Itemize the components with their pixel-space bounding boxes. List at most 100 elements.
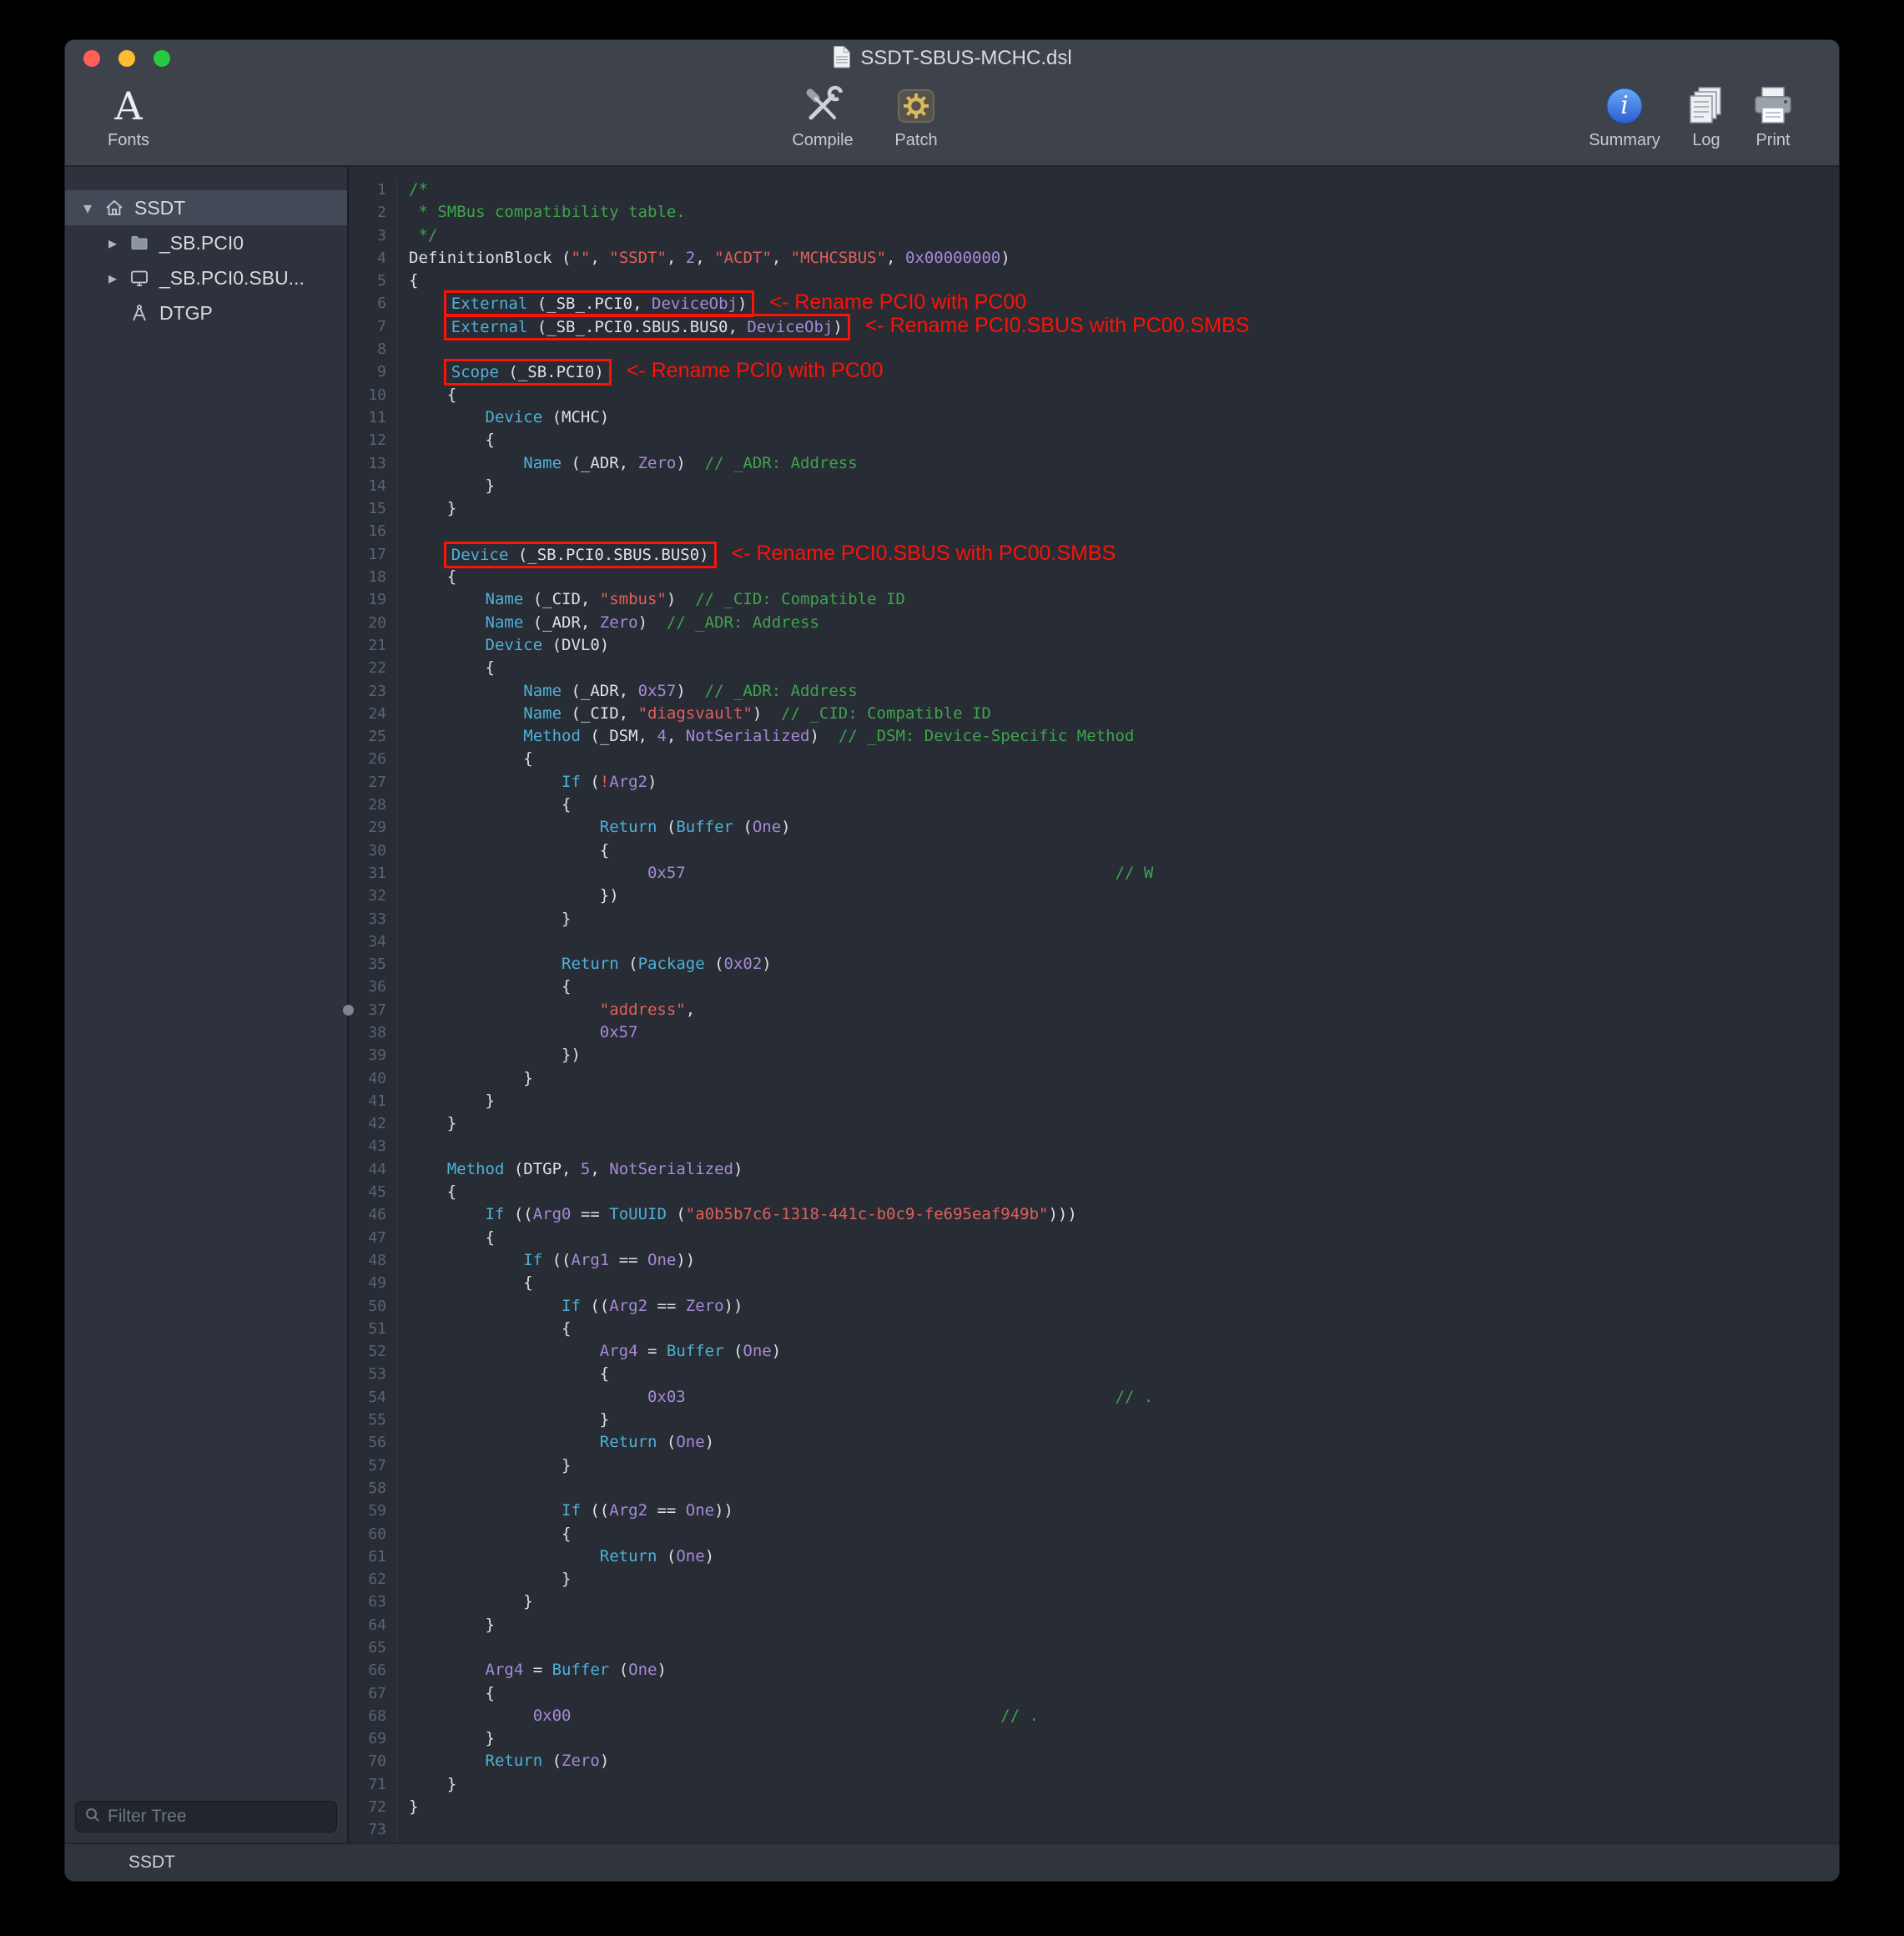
code-line: 33 } bbox=[349, 908, 1839, 930]
code-line: 42 } bbox=[349, 1112, 1839, 1135]
sidebar: ▾SSDT▸_SB.PCI0▸_SB.PCI0.SBU...DTGP bbox=[65, 167, 349, 1843]
titlebar[interactable]: SSDT-SBUS-MCHC.dsl bbox=[65, 40, 1839, 77]
code-line: 73 bbox=[349, 1818, 1839, 1841]
line-number: 36 bbox=[349, 976, 397, 998]
line-number: 19 bbox=[349, 588, 397, 611]
line-number: 8 bbox=[349, 338, 397, 360]
code-line: 23 Name (_ADR, 0x57) // _ADR: Address bbox=[349, 680, 1839, 703]
sidebar-item-dtgp[interactable]: DTGP bbox=[65, 295, 347, 330]
sidebar-item-label: _SB.PCI0.SBU... bbox=[159, 267, 305, 290]
line-number: 54 bbox=[349, 1386, 397, 1409]
code-line: 36 { bbox=[349, 976, 1839, 998]
code-line: 4DefinitionBlock ("", "SSDT", 2, "ACDT",… bbox=[349, 247, 1839, 270]
code-line: 14 } bbox=[349, 475, 1839, 497]
line-number: 51 bbox=[349, 1318, 397, 1340]
patch-icon bbox=[894, 82, 938, 130]
line-number: 17 bbox=[349, 543, 397, 566]
rename-annotation: <- Rename PCI0.SBUS with PC00.SMBS bbox=[732, 542, 1116, 565]
fonts-button[interactable]: A Fonts bbox=[88, 82, 169, 150]
minimize-button[interactable] bbox=[118, 50, 135, 67]
code-line: 43 bbox=[349, 1135, 1839, 1157]
code-line: 13 Name (_ADR, Zero) // _ADR: Address bbox=[349, 452, 1839, 475]
disclosure-triangle-icon[interactable]: ▸ bbox=[100, 268, 125, 289]
disclosure-triangle-icon[interactable]: ▾ bbox=[75, 198, 100, 219]
fonts-icon: A bbox=[114, 82, 142, 130]
zoom-button[interactable] bbox=[154, 50, 170, 67]
line-number: 39 bbox=[349, 1044, 397, 1066]
line-number: 65 bbox=[349, 1636, 397, 1659]
code-line: 54 0x03 // . bbox=[349, 1386, 1839, 1409]
line-number: 69 bbox=[349, 1727, 397, 1750]
code-line: 21 Device (DVL0) bbox=[349, 634, 1839, 657]
code-line: 56 Return (One) bbox=[349, 1431, 1839, 1454]
line-number: 27 bbox=[349, 771, 397, 794]
sidebar-item-ssdt[interactable]: ▾ SSDT bbox=[65, 190, 347, 225]
line-number: 68 bbox=[349, 1705, 397, 1727]
code-line: 58 bbox=[349, 1477, 1839, 1500]
line-number: 49 bbox=[349, 1272, 397, 1294]
rename-highlight-box: Device (_SB.PCI0.SBUS.BUS0) bbox=[444, 542, 717, 568]
code-line: 38 0x57 bbox=[349, 1021, 1839, 1044]
line-number: 48 bbox=[349, 1249, 397, 1272]
print-label: Print bbox=[1755, 131, 1790, 150]
code-line: 49 { bbox=[349, 1272, 1839, 1294]
line-number: 13 bbox=[349, 452, 397, 475]
log-label: Log bbox=[1692, 131, 1720, 150]
summary-icon: i bbox=[1604, 82, 1645, 130]
line-number: 35 bbox=[349, 953, 397, 976]
code-editor[interactable]: 1/*2 * SMBus compatibility table.3 */4De… bbox=[349, 167, 1839, 1843]
line-number: 45 bbox=[349, 1181, 397, 1203]
disclosure-triangle-icon[interactable]: ▸ bbox=[100, 233, 125, 254]
line-number: 28 bbox=[349, 794, 397, 816]
code-line: 1/* bbox=[349, 179, 1839, 201]
code-line: 19 Name (_CID, "smbus") // _CID: Compati… bbox=[349, 588, 1839, 611]
code-line: 60 { bbox=[349, 1523, 1839, 1545]
code-lines: 1/*2 * SMBus compatibility table.3 */4De… bbox=[349, 179, 1839, 1842]
line-number: 33 bbox=[349, 908, 397, 930]
code-line: 37 "address", bbox=[349, 999, 1839, 1021]
summary-button[interactable]: i Summary bbox=[1584, 82, 1665, 150]
code-line: 24 Name (_CID, "diagsvault") // _CID: Co… bbox=[349, 703, 1839, 725]
line-number: 61 bbox=[349, 1545, 397, 1568]
line-number: 73 bbox=[349, 1818, 397, 1841]
filter-tree-field[interactable] bbox=[75, 1801, 337, 1833]
line-number: 56 bbox=[349, 1431, 397, 1454]
code-line: 50 If ((Arg2 == Zero)) bbox=[349, 1295, 1839, 1318]
status-text: SSDT bbox=[128, 1853, 175, 1873]
code-line: 5{ bbox=[349, 270, 1839, 292]
code-line: 68 0x00 // . bbox=[349, 1705, 1839, 1727]
filter-tree-input[interactable] bbox=[108, 1807, 328, 1827]
code-line: 18 { bbox=[349, 566, 1839, 588]
patch-button[interactable]: Patch bbox=[876, 82, 956, 150]
line-number: 37 bbox=[349, 999, 397, 1021]
rename-highlight-box: External (_SB_.PCI0.SBUS.BUS0, DeviceObj… bbox=[444, 314, 850, 340]
toolbar: A Fonts Compile Patch i Summary Log Prin… bbox=[65, 77, 1839, 167]
close-button[interactable] bbox=[83, 50, 100, 67]
sidebar-item-label: DTGP bbox=[159, 302, 213, 325]
line-number: 24 bbox=[349, 703, 397, 725]
code-line: 41 } bbox=[349, 1090, 1839, 1112]
code-line: 2 * SMBus compatibility table. bbox=[349, 201, 1839, 224]
splitter-handle[interactable] bbox=[343, 1005, 354, 1016]
code-line: 8 bbox=[349, 338, 1839, 360]
line-number: 15 bbox=[349, 497, 397, 520]
line-number: 18 bbox=[349, 566, 397, 588]
line-number: 60 bbox=[349, 1523, 397, 1545]
compile-button[interactable]: Compile bbox=[783, 82, 863, 150]
code-line: 22 { bbox=[349, 657, 1839, 679]
document-icon bbox=[832, 45, 852, 73]
line-number: 1 bbox=[349, 179, 397, 201]
code-line: 3 */ bbox=[349, 224, 1839, 247]
code-line: 45 { bbox=[349, 1181, 1839, 1203]
sidebar-item-label: SSDT bbox=[134, 197, 185, 219]
sidebar-item-sb-pci0[interactable]: ▸_SB.PCI0 bbox=[65, 225, 347, 260]
line-number: 40 bbox=[349, 1067, 397, 1090]
sidebar-item-sb-pci0-sbu[interactable]: ▸ _SB.PCI0.SBU... bbox=[65, 260, 347, 295]
code-line: 57 } bbox=[349, 1455, 1839, 1477]
window-title-area: SSDT-SBUS-MCHC.dsl bbox=[832, 45, 1071, 73]
code-line: 29 Return (Buffer (One) bbox=[349, 816, 1839, 839]
line-number: 6 bbox=[349, 292, 397, 315]
line-number: 70 bbox=[349, 1750, 397, 1772]
print-button[interactable]: Print bbox=[1733, 82, 1813, 150]
line-number: 72 bbox=[349, 1796, 397, 1818]
